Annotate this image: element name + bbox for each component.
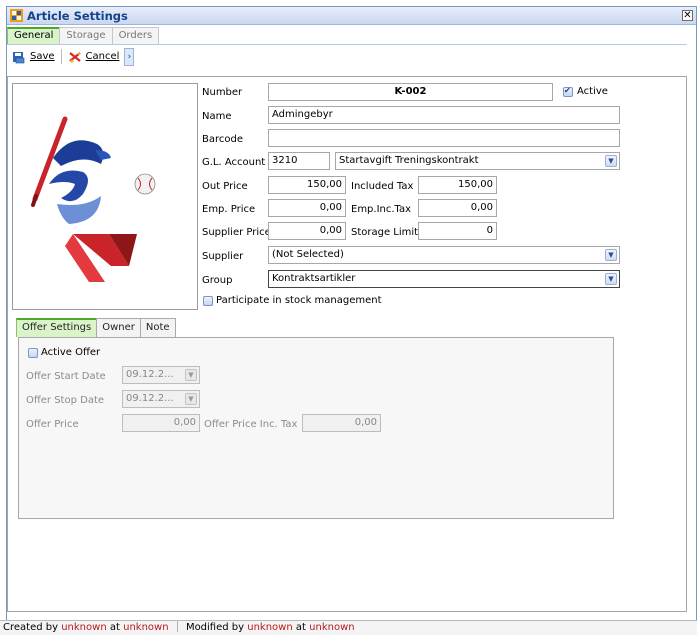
group-value: Kontraktsartikler: [272, 273, 356, 284]
name-label: Name: [202, 111, 232, 122]
emp-price-label: Emp. Price: [202, 204, 256, 215]
tab-note[interactable]: Note: [139, 318, 176, 337]
window-title: Article Settings: [27, 9, 128, 23]
offer-price-label: Offer Price: [26, 419, 79, 430]
cancel-label: Cancel: [85, 51, 120, 62]
tab-storage[interactable]: Storage: [59, 27, 113, 44]
active-offer-checkbox[interactable]: [28, 348, 38, 358]
active-offer-label: Active Offer: [41, 347, 101, 358]
offer-price-inc-tax-field[interactable]: 0,00: [302, 414, 381, 432]
tab-owner[interactable]: Owner: [96, 318, 141, 337]
cancel-button[interactable]: Cancel: [65, 48, 123, 66]
cancel-icon: [68, 51, 81, 62]
detail-tabs: Offer Settings Owner Note: [16, 318, 176, 337]
supplier-label: Supplier: [202, 251, 244, 262]
status-separator: [176, 621, 178, 632]
save-button[interactable]: Save: [9, 48, 58, 66]
modified-by-value: unknown: [247, 622, 293, 633]
offer-price-inc-tax-label: Offer Price Inc. Tax: [204, 419, 298, 430]
supplier-price-field[interactable]: 0,00: [268, 222, 346, 240]
group-select[interactable]: Kontraktsartikler ▼: [268, 270, 620, 288]
supplier-price-label: Supplier Price: [202, 227, 271, 238]
save-icon: [13, 51, 25, 63]
tab-orders[interactable]: Orders: [111, 27, 160, 44]
offer-start-date-picker[interactable]: 09.12.2... ▼: [122, 366, 200, 384]
calendar-dropdown-icon[interactable]: ▼: [185, 393, 197, 405]
supplier-value: (Not Selected): [272, 249, 344, 260]
stock-management-checkbox[interactable]: [203, 296, 213, 306]
gl-account-code-field[interactable]: 3210: [268, 152, 330, 170]
toolbar-overflow-button[interactable]: ›: [124, 47, 135, 66]
offer-stop-date-label: Offer Stop Date: [26, 395, 105, 406]
offer-settings-panel: Active Offer Offer Start Date 09.12.2...…: [18, 337, 614, 519]
supplier-select[interactable]: (Not Selected) ▼: [268, 246, 620, 264]
stock-management-label: Participate in stock management: [216, 295, 382, 306]
emp-price-field[interactable]: 0,00: [268, 199, 346, 217]
included-tax-label: Included Tax: [351, 181, 414, 192]
baseball-player-icon: [31, 116, 156, 282]
number-label: Number: [202, 87, 243, 98]
storage-limit-label: Storage Limit: [351, 227, 419, 238]
calendar-dropdown-icon[interactable]: ▼: [185, 369, 197, 381]
article-image[interactable]: [12, 83, 198, 310]
out-price-label: Out Price: [202, 181, 248, 192]
tab-general[interactable]: General: [7, 27, 61, 44]
created-at-value: unknown: [123, 622, 169, 633]
chevron-down-icon[interactable]: ▼: [605, 249, 617, 261]
chevron-down-icon[interactable]: ▼: [605, 155, 617, 167]
created-by-label: Created by: [3, 622, 59, 633]
barcode-label: Barcode: [202, 134, 243, 145]
name-field[interactable]: Admingebyr: [268, 106, 620, 124]
number-field[interactable]: K-002: [268, 83, 553, 101]
offer-start-date-label: Offer Start Date: [26, 371, 106, 382]
emp-inc-tax-field[interactable]: 0,00: [418, 199, 497, 217]
chevron-down-icon[interactable]: ▼: [605, 273, 617, 285]
offer-stop-date-picker[interactable]: 09.12.2... ▼: [122, 390, 200, 408]
save-label: Save: [30, 51, 55, 62]
out-price-field[interactable]: 150,00: [268, 176, 346, 194]
gl-account-select[interactable]: Startavgift Treningskontrakt ▼: [335, 152, 620, 170]
close-icon: ✕: [683, 10, 692, 21]
toolbar: Save Cancel ›: [9, 47, 689, 66]
included-tax-field[interactable]: 150,00: [418, 176, 497, 194]
status-bar: Created by unknown at unknown Modified b…: [0, 620, 697, 635]
modified-at-value: unknown: [309, 622, 355, 633]
created-at-label: at: [109, 622, 120, 633]
chevron-right-icon: ›: [127, 51, 132, 62]
group-label: Group: [202, 275, 233, 286]
emp-inc-tax-label: Emp.Inc.Tax: [351, 204, 412, 215]
offer-start-date-value: 09.12.2...: [126, 369, 174, 380]
gl-account-name: Startavgift Treningskontrakt: [339, 155, 479, 166]
offer-stop-date-value: 09.12.2...: [126, 393, 174, 404]
active-label: Active: [577, 86, 608, 97]
tab-divider: [7, 44, 687, 45]
main-tabs: General Storage Orders: [7, 27, 160, 44]
app-icon: [10, 9, 23, 22]
close-button[interactable]: ✕: [682, 10, 693, 21]
offer-price-field[interactable]: 0,00: [122, 414, 200, 432]
gl-account-label: G.L. Account: [202, 157, 266, 168]
modified-by-label: Modified by: [185, 622, 245, 633]
active-checkbox[interactable]: [563, 86, 573, 97]
barcode-field[interactable]: [268, 129, 620, 147]
created-by-value: unknown: [61, 622, 107, 633]
title-bar: Article Settings ✕: [7, 7, 696, 25]
toolbar-separator: [60, 49, 62, 64]
storage-limit-field[interactable]: 0: [418, 222, 497, 240]
modified-at-label: at: [295, 622, 306, 633]
tab-offer-settings[interactable]: Offer Settings: [16, 318, 98, 337]
